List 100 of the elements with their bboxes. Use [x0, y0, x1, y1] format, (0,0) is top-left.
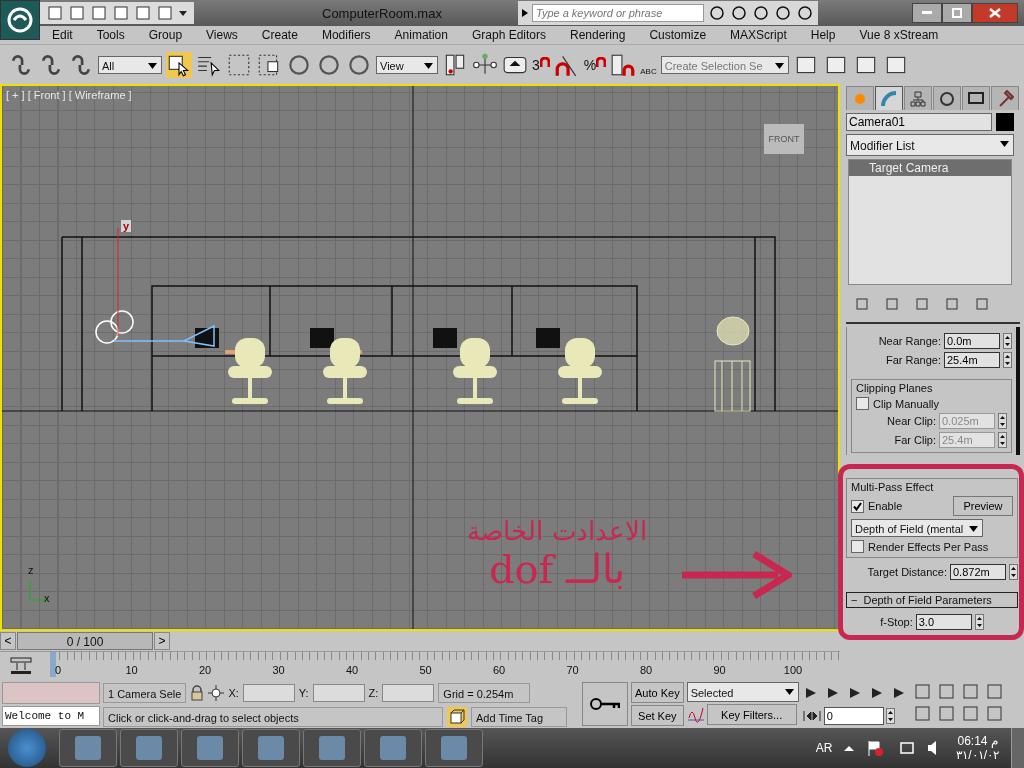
menu-item[interactable]: Edit: [40, 28, 85, 42]
menu-item[interactable]: Modifiers: [309, 28, 383, 42]
minimize-button[interactable]: [912, 3, 942, 23]
crosshair-icon[interactable]: [208, 685, 225, 701]
spinner-icon[interactable]: [1003, 352, 1012, 368]
stack-item[interactable]: Target Camera: [849, 160, 1011, 176]
hammer-icon[interactable]: [991, 86, 1019, 110]
flag-icon[interactable]: [866, 739, 885, 757]
spinner-icon[interactable]: [998, 432, 1007, 448]
hierarchy-icon[interactable]: [904, 86, 932, 110]
menu-item[interactable]: Group: [136, 28, 195, 42]
annotation-text: بالــ dof: [488, 546, 626, 592]
clock-time[interactable]: 06:14 م: [957, 734, 998, 748]
spinner-icon[interactable]: [974, 614, 984, 630]
grid-size: Grid = 0.254m: [438, 683, 531, 703]
arc-icon[interactable]: [875, 86, 903, 110]
current-frame-field[interactable]: 0: [823, 706, 884, 725]
search-field[interactable]: Type a keyword or phrase: [532, 4, 704, 22]
menu-item[interactable]: Animation: [382, 28, 460, 42]
frame-number: 100: [782, 664, 804, 677]
set-key-button[interactable]: Set Key: [631, 705, 684, 726]
frame-number: 40: [344, 664, 360, 677]
field-label: Far Range:: [885, 354, 941, 366]
reference-coordinate-dropdown[interactable]: View: [376, 55, 438, 74]
f-stop-field[interactable]: 3.0: [915, 614, 972, 630]
dropdown-arrow-icon: [1000, 141, 1009, 147]
menu-item[interactable]: Customize: [637, 28, 719, 42]
x-coordinate-field[interactable]: [242, 684, 295, 702]
restore-button[interactable]: [942, 3, 972, 23]
listener-output[interactable]: Welcome to M: [2, 706, 100, 726]
frame-number: 70: [565, 664, 580, 677]
menu-item[interactable]: Rendering: [558, 28, 638, 42]
object-name-field[interactable]: Camera01: [846, 113, 992, 131]
select-object-icon[interactable]: [166, 51, 192, 78]
far-range-field[interactable]: 25.4m: [944, 352, 1000, 368]
viewport-label[interactable]: [ + ] [ Front ] [ Wireframe ]: [6, 89, 132, 101]
add-time-tag-button[interactable]: Add Time Tag: [471, 707, 567, 727]
target-distance-field[interactable]: 0.872m: [950, 564, 1006, 580]
listener-field[interactable]: [2, 682, 100, 704]
language-indicator[interactable]: AR: [815, 741, 833, 755]
near-range-field[interactable]: 0.0m: [944, 333, 1000, 349]
effect-dropdown[interactable]: Depth of Field (mental: [851, 519, 983, 537]
key-mode-dropdown[interactable]: Selected: [686, 682, 799, 702]
menu-item[interactable]: Create: [249, 28, 310, 42]
lock-icon[interactable]: [190, 685, 205, 701]
curve-editor-icon[interactable]: [10, 656, 32, 677]
spinner-icon[interactable]: [998, 413, 1007, 429]
clip-manually-checkbox[interactable]: Clip Manually: [856, 397, 1007, 410]
show-hidden-icons[interactable]: [844, 744, 855, 752]
time-slider-handle[interactable]: 0 / 100: [17, 632, 153, 651]
menu-item[interactable]: Views: [194, 28, 250, 42]
spinner-icon[interactable]: [1009, 564, 1018, 580]
start-button[interactable]: [8, 729, 46, 767]
rollout-header[interactable]: − Depth of Field Parameters: [846, 592, 1018, 608]
current-frame-marker[interactable]: [50, 652, 56, 678]
tangent-curve-icon[interactable]: [686, 705, 705, 724]
dropdown-arrow-icon[interactable]: [178, 9, 188, 17]
z-coordinate-field[interactable]: [382, 684, 435, 702]
menu-item[interactable]: Help: [798, 28, 848, 42]
axis-tripod-icon: [29, 580, 50, 601]
menu-item[interactable]: Tools: [84, 28, 137, 42]
menu-item[interactable]: MAXScript: [718, 28, 799, 42]
auto-key-button[interactable]: Auto Key: [631, 682, 684, 703]
edit-named-selection-icon[interactable]: ABC: [640, 53, 657, 76]
render-effects-checkbox[interactable]: Render Effects Per Pass: [851, 540, 1013, 553]
set-keys-button[interactable]: [582, 682, 628, 726]
frame-number: 20: [197, 664, 213, 677]
rollout-title: Depth of Field Parameters: [863, 594, 992, 606]
key-filters-button[interactable]: Key Filters...: [706, 704, 797, 725]
named-selection-dropdown[interactable]: Create Selection Se: [660, 55, 789, 74]
field-label: f-Stop:: [880, 616, 913, 628]
dropdown-arrow-icon: [424, 62, 433, 69]
clock-date[interactable]: ٣١/٠١/٠٢: [956, 748, 999, 762]
chair-drawing: [228, 338, 272, 404]
time-tag-icon[interactable]: [447, 707, 467, 727]
enable-checkbox[interactable]: Enable: [851, 499, 903, 513]
menu-item[interactable]: Graph Editors: [459, 28, 558, 42]
group-title: Clipping Planes: [856, 382, 934, 394]
y-coordinate-field[interactable]: [312, 684, 365, 702]
app-logo-button[interactable]: [0, 0, 40, 40]
previous-frame-button[interactable]: <: [0, 632, 16, 651]
preview-button[interactable]: Preview: [953, 496, 1013, 516]
chair-drawing: [558, 338, 602, 404]
expand-arrow-icon[interactable]: [522, 9, 528, 17]
color-swatch[interactable]: [996, 113, 1014, 131]
key-mode-icon[interactable]: [801, 708, 822, 723]
frame-number: 0: [53, 664, 63, 677]
modifier-list-dropdown[interactable]: Modifier List: [846, 134, 1014, 156]
monitor-icon[interactable]: [962, 86, 990, 110]
selection-filter-dropdown[interactable]: All: [98, 55, 162, 74]
spinner-icon[interactable]: [1003, 333, 1012, 349]
close-button[interactable]: [972, 3, 1018, 23]
menu-item[interactable]: Vue 8 xStream: [847, 28, 951, 42]
next-frame-button[interactable]: >: [154, 632, 170, 651]
viewcube[interactable]: FRONT: [764, 124, 804, 154]
checkbox-icon: [851, 499, 864, 513]
spinner-icon[interactable]: [885, 707, 895, 724]
group-title: Multi-Pass Effect: [851, 481, 935, 493]
dropdown-arrow-icon: [784, 689, 794, 695]
chair-drawing: [453, 338, 497, 404]
